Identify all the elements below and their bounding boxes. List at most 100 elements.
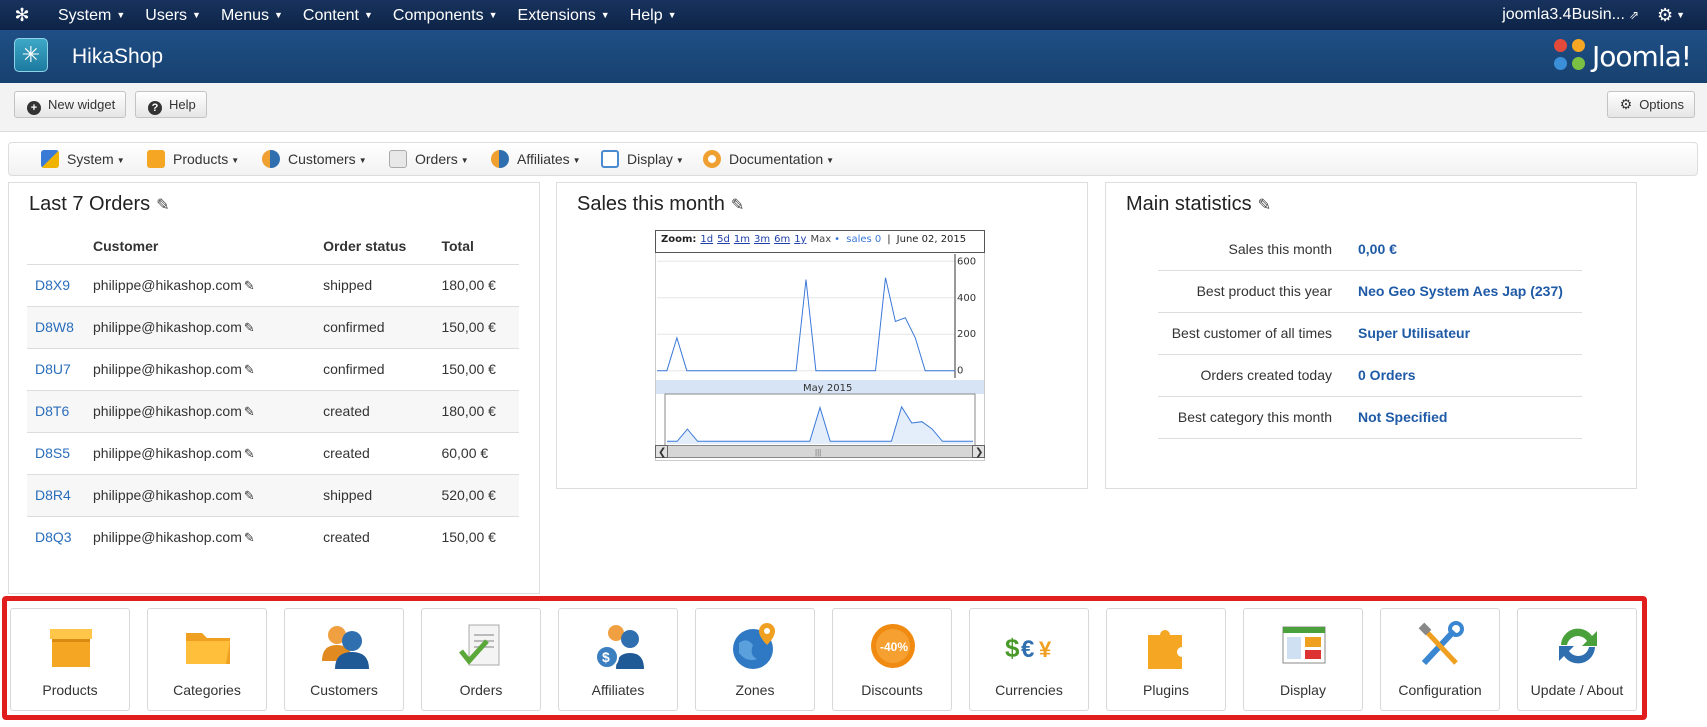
order-id-link[interactable]: D8R4 xyxy=(27,473,93,516)
edit-pencil-icon[interactable]: ✎ xyxy=(731,197,744,214)
menu-components[interactable]: Components ▼ xyxy=(383,0,508,30)
site-link[interactable]: joomla3.4Busin... ⇗ xyxy=(1502,0,1639,30)
svg-text:¥: ¥ xyxy=(1039,637,1052,662)
total-cell: 180,00 € xyxy=(441,389,519,432)
menu-content[interactable]: Content ▼ xyxy=(293,0,383,30)
edit-pencil-icon[interactable]: ✎ xyxy=(244,530,255,545)
panel-title: Last 7 Orders ✎ xyxy=(29,193,170,216)
submenu-affiliates[interactable]: Affiliates ▼ xyxy=(491,143,581,175)
shortcut-affiliates[interactable]: $ Affiliates xyxy=(558,608,678,711)
shortcut-categories[interactable]: Categories xyxy=(147,608,267,711)
caret-down-icon: ▼ xyxy=(460,156,469,165)
shortcut-orders[interactable]: Orders xyxy=(421,608,541,711)
table-row: D8S5 philippe@hikashop.com ✎ created 60,0… xyxy=(27,431,519,474)
box-icon xyxy=(50,629,92,667)
edit-pencil-icon[interactable]: ✎ xyxy=(244,488,255,503)
legend-entry[interactable]: sales 0 xyxy=(846,234,881,245)
zoom-max[interactable]: Max xyxy=(810,234,831,245)
zoom-option[interactable]: 1y xyxy=(794,234,806,245)
order-id-link[interactable]: D8S5 xyxy=(27,431,93,474)
panel-title-text: Last 7 Orders xyxy=(29,193,151,215)
shortcut-configuration[interactable]: Configuration xyxy=(1380,608,1500,711)
last-orders-panel: Last 7 Orders ✎ Customer Order status Tot… xyxy=(8,182,540,594)
shortcut-discounts[interactable]: -40% Discounts xyxy=(832,608,952,711)
menu-menus[interactable]: Menus ▼ xyxy=(211,0,293,30)
zoom-option[interactable]: 5d xyxy=(717,234,730,245)
affiliates-icon: $ xyxy=(595,625,644,669)
legend-marker-icon: • xyxy=(834,234,841,245)
new-widget-button[interactable]: + New widget xyxy=(14,91,127,118)
shortcut-icons-box: Products Categories Customers Orders $ A… xyxy=(2,596,1647,720)
order-id-link[interactable]: D8T6 xyxy=(27,389,93,432)
options-button[interactable]: ⚙ Options xyxy=(1606,91,1695,118)
shortcut-update-about[interactable]: Update / About xyxy=(1517,608,1637,711)
status-cell: shipped xyxy=(323,263,442,306)
order-id-link[interactable]: D8X9 xyxy=(27,263,93,306)
joomla-menu-icon[interactable]: ✻ xyxy=(10,3,34,27)
edit-pencil-icon[interactable]: ✎ xyxy=(244,278,255,293)
y-tick-label: 200 xyxy=(957,329,976,340)
edit-pencil-icon[interactable]: ✎ xyxy=(244,446,255,461)
joomla-logo: Joomla! xyxy=(1554,38,1692,74)
order-id-link[interactable]: D8W8 xyxy=(27,305,93,348)
grip-icon: ||| xyxy=(815,448,821,457)
svg-text:€: € xyxy=(1021,636,1034,663)
shortcut-zones[interactable]: Zones xyxy=(695,608,815,711)
settings-menu[interactable]: ⚙ ▼ xyxy=(1657,0,1685,30)
stats-row: Best product this year Neo Geo System Aes… xyxy=(1158,270,1582,313)
submenu-products[interactable]: Products ▼ xyxy=(147,143,239,175)
shortcut-customers[interactable]: Customers xyxy=(284,608,404,711)
stat-label: Best customer of all times xyxy=(1158,312,1358,355)
menu-label: Help xyxy=(629,7,663,24)
column-id xyxy=(27,228,93,265)
menu-extensions[interactable]: Extensions ▼ xyxy=(508,0,620,30)
zoom-option[interactable]: 3m xyxy=(754,234,770,245)
shortcut-display[interactable]: Display xyxy=(1243,608,1363,711)
caret-down-icon: ▼ xyxy=(488,10,498,20)
order-id-link[interactable]: D8U7 xyxy=(27,347,93,390)
menu-system[interactable]: System ▼ xyxy=(48,0,135,30)
order-id-link[interactable]: D8Q3 xyxy=(27,515,93,558)
submenu-label: Display xyxy=(627,151,673,167)
menu-users[interactable]: Users ▼ xyxy=(135,0,211,30)
svg-text:$: $ xyxy=(1005,633,1020,663)
edit-pencil-icon[interactable]: ✎ xyxy=(244,404,255,419)
zoom-option[interactable]: 1m xyxy=(734,234,750,245)
hikashop-logo-icon: ✳ xyxy=(14,38,48,72)
status-cell: created xyxy=(323,515,442,558)
stat-value[interactable]: Super Utilisateur xyxy=(1358,312,1582,355)
zoom-option[interactable]: 6m xyxy=(774,234,790,245)
shortcut-label: Products xyxy=(42,682,98,698)
submenu-documentation[interactable]: Documentation ▼ xyxy=(703,143,834,175)
box-icon xyxy=(147,150,165,168)
shortcut-products[interactable]: Products xyxy=(10,608,130,711)
users-icon xyxy=(262,150,280,168)
menu-help[interactable]: Help ▼ xyxy=(620,0,687,30)
shortcut-currencies[interactable]: $ € ¥ Currencies xyxy=(969,608,1089,711)
zoom-option[interactable]: 1d xyxy=(700,234,713,245)
edit-pencil-icon[interactable]: ✎ xyxy=(1258,197,1271,214)
edit-pencil-icon[interactable]: ✎ xyxy=(244,320,255,335)
stat-value[interactable]: 0 Orders xyxy=(1358,354,1582,397)
caret-down-icon: ▼ xyxy=(231,156,240,165)
submenu-system[interactable]: System ▼ xyxy=(41,143,125,175)
shortcut-plugins[interactable]: Plugins xyxy=(1106,608,1226,711)
status-cell: confirmed xyxy=(323,347,442,390)
shortcut-label: Orders xyxy=(459,682,503,698)
table-row: D8U7 philippe@hikashop.com ✎ confirmed 15… xyxy=(27,347,519,390)
stat-value[interactable]: Neo Geo System Aes Jap (237) xyxy=(1358,270,1582,313)
caret-down-icon: ▼ xyxy=(1676,10,1685,20)
shortcut-label: Discounts xyxy=(861,682,923,698)
edit-pencil-icon[interactable]: ✎ xyxy=(156,197,169,214)
submenu-display[interactable]: Display ▼ xyxy=(601,143,684,175)
edit-pencil-icon[interactable]: ✎ xyxy=(244,362,255,377)
submenu-customers[interactable]: Customers ▼ xyxy=(262,143,367,175)
tools-icon xyxy=(41,150,59,168)
submenu-orders[interactable]: Orders ▼ xyxy=(389,143,469,175)
help-button[interactable]: ? Help xyxy=(135,91,207,118)
page-title: HikaShop xyxy=(72,45,164,68)
shortcut-label: Affiliates xyxy=(591,682,645,698)
toolbar: + New widget ? Help ⚙ Options xyxy=(0,83,1707,132)
status-cell: shipped xyxy=(323,473,442,516)
caret-down-icon: ▼ xyxy=(116,156,125,165)
